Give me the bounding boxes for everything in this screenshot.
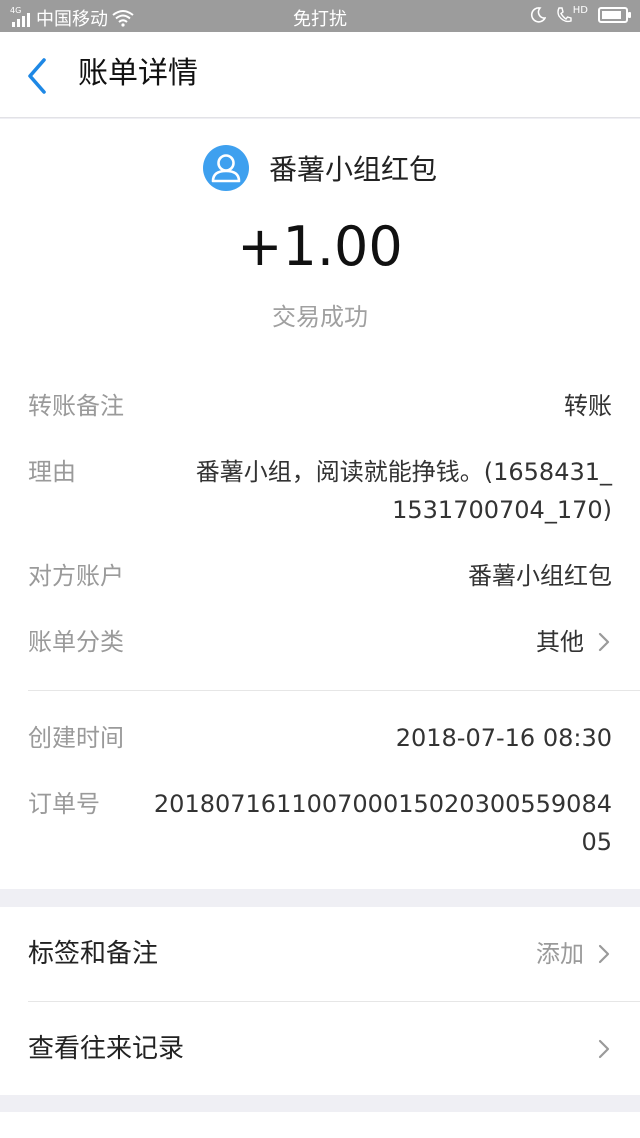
account-label: 对方账户: [28, 562, 124, 590]
order-number-line-1: 2018071611007000150203005590​84: [153, 790, 612, 818]
status-right: HD: [530, 5, 631, 24]
next-section-edge: [0, 1112, 640, 1138]
transaction-amount: +1.00: [237, 215, 403, 278]
order-number-value: 2018071611007000150203005590​84 05: [154, 785, 612, 861]
reason-line-1: 番薯小组，阅读就能挣钱。(1658431_: [195, 458, 612, 486]
hd-indicator: HD: [572, 5, 588, 16]
category-value: 其他: [536, 628, 584, 656]
reason-line-2: 1531700704_170): [392, 496, 612, 524]
remark-label: 转账备注: [28, 392, 124, 420]
created-time-label: 创建时间: [28, 724, 124, 752]
reason-value: 番薯小组，阅读就能挣钱。(1658431_ 1531700704_170): [196, 453, 612, 529]
account-value: 番薯小组红包: [468, 562, 612, 590]
history-label: 查看往来记录: [28, 1034, 185, 1064]
remark-value: 转账: [564, 392, 612, 420]
section-divider: [28, 690, 640, 691]
avatar[interactable]: [202, 145, 249, 191]
battery-icon: [598, 7, 631, 23]
payer-name: 番薯小组红包: [268, 153, 437, 186]
page-title: 账单详情: [78, 56, 198, 91]
moon-icon: [530, 7, 546, 23]
tags-and-notes-item[interactable]: 标签和备注 添加: [28, 934, 612, 974]
phone-call-icon: [557, 7, 572, 23]
back-button[interactable]: [16, 54, 60, 98]
reason-label: 理由: [28, 458, 76, 486]
tags-label: 标签和备注: [28, 939, 159, 969]
payer-header: 番薯小组红包: [0, 143, 640, 193]
transaction-status: 交易成功: [272, 303, 368, 331]
transaction-history-item[interactable]: 查看往来记录: [28, 1029, 612, 1069]
chevron-right-icon: [598, 1039, 610, 1059]
created-time-value: 2018-07-16 08:30: [395, 724, 612, 752]
user-icon: [211, 154, 241, 183]
order-number-label: 订单号: [28, 790, 100, 818]
bill-detail-card: 番薯小组红包 +1.00 交易成功 转账备注 转账 理由 番薯小组，阅读就能挣钱…: [0, 119, 640, 889]
category-label: 账单分类: [28, 628, 124, 656]
status-bar: 4G 中国移动 免打扰 HD: [0, 0, 640, 32]
actions-section: 标签和备注 添加 查看往来记录: [0, 907, 640, 1095]
nav-bar: 账单详情: [0, 32, 640, 118]
chevron-right-icon: [598, 632, 610, 652]
order-number-line-2: 05: [581, 828, 612, 856]
item-divider: [28, 1001, 640, 1002]
tags-add-hint: 添加: [536, 940, 584, 968]
chevron-left-icon: [28, 58, 46, 94]
chevron-right-icon: [598, 944, 610, 964]
